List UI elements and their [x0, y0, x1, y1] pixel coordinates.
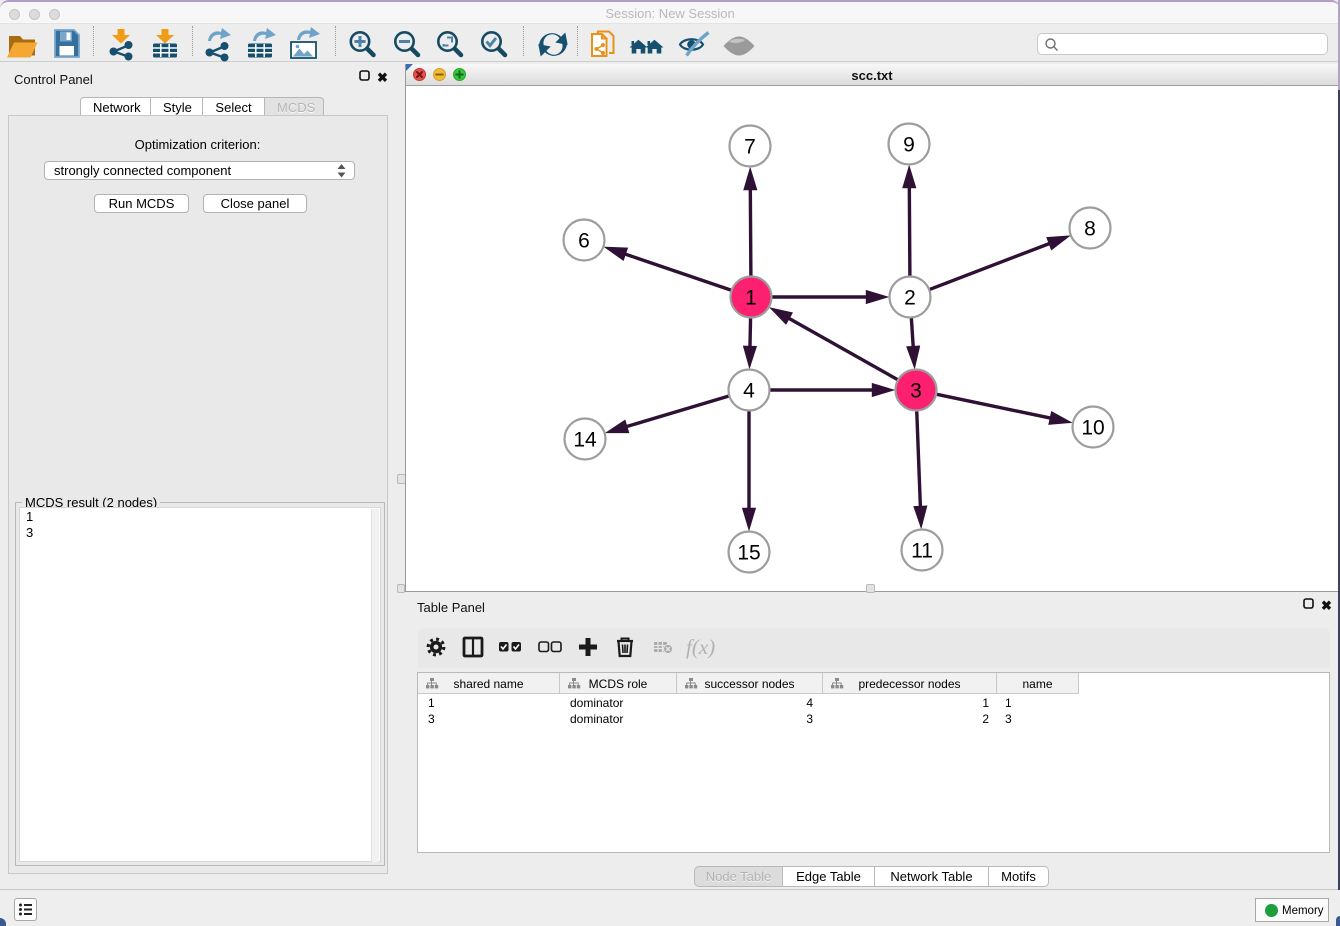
svg-text:15: 15	[737, 542, 760, 565]
svg-text:8: 8	[1084, 218, 1096, 241]
svg-text:f(x): f(x)	[686, 635, 715, 659]
svg-text:11: 11	[911, 540, 933, 563]
svg-text:10: 10	[1081, 417, 1104, 440]
svg-text:6: 6	[578, 230, 590, 253]
svg-text:7: 7	[744, 136, 756, 159]
svg-text:2: 2	[904, 287, 916, 310]
svg-text:4: 4	[743, 380, 755, 403]
svg-text:1: 1	[745, 287, 757, 310]
svg-text:9: 9	[903, 134, 915, 157]
svg-text:14: 14	[573, 429, 597, 452]
svg-text:3: 3	[910, 380, 922, 403]
